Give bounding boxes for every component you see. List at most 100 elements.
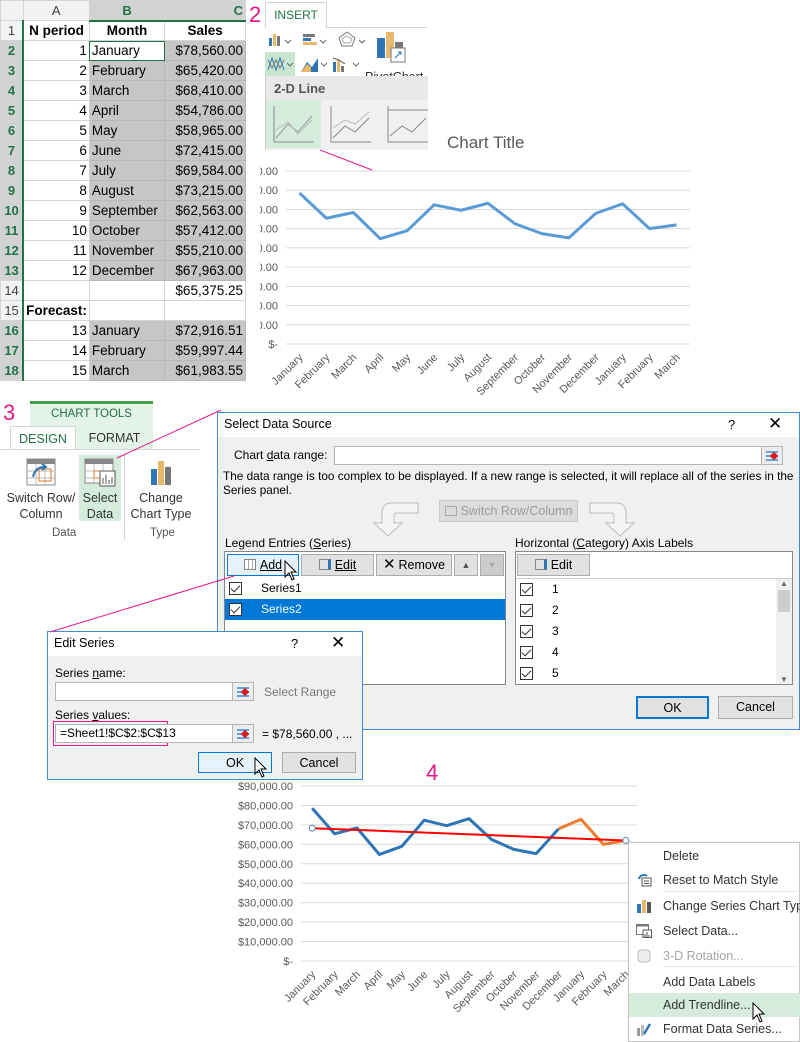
cell-a[interactable]: 15 bbox=[22, 360, 90, 381]
cell-a[interactable]: 6 bbox=[22, 140, 90, 161]
row-header[interactable]: 8 bbox=[0, 160, 25, 181]
row-header[interactable]: 3 bbox=[0, 60, 25, 81]
cell-a[interactable]: 5 bbox=[22, 120, 90, 141]
close-icon[interactable]: ✕ bbox=[331, 633, 345, 653]
context-menu-item[interactable]: Change Series Chart Type... bbox=[629, 894, 800, 918]
chart-title[interactable]: Chart Title bbox=[447, 133, 524, 153]
context-menu-item[interactable]: 3-D Rotation... bbox=[629, 944, 800, 968]
row-header[interactable]: 12 bbox=[0, 240, 25, 261]
cell-c[interactable]: $69,584.00 bbox=[164, 160, 246, 181]
move-up-button[interactable]: ▲ bbox=[454, 554, 478, 576]
cell-a[interactable]: 3 bbox=[22, 80, 90, 101]
row-header[interactable]: 11 bbox=[0, 220, 25, 241]
row-header[interactable]: 15 bbox=[0, 300, 25, 321]
context-menu-item[interactable]: Add Data Labels bbox=[629, 970, 800, 994]
help-button[interactable]: ? bbox=[728, 417, 735, 432]
checkbox[interactable] bbox=[520, 646, 533, 659]
checkbox[interactable] bbox=[520, 667, 533, 680]
ok-button[interactable]: OK bbox=[636, 696, 709, 719]
column-chart-icon[interactable] bbox=[269, 34, 292, 46]
cell-a[interactable]: 13 bbox=[22, 320, 90, 341]
series1-line[interactable] bbox=[311, 807, 560, 856]
row-header[interactable]: 13 bbox=[0, 260, 25, 281]
select-data-button[interactable]: Select Data bbox=[79, 455, 121, 521]
tab-insert[interactable]: INSERT bbox=[265, 2, 327, 28]
chart-data-range-input[interactable] bbox=[334, 446, 766, 465]
cell-b[interactable] bbox=[88, 300, 166, 321]
series-list-item[interactable]: Series2 bbox=[225, 599, 505, 620]
cell-a[interactable]: 9 bbox=[22, 200, 90, 221]
cell-b[interactable]: September bbox=[88, 200, 166, 221]
context-menu-item[interactable]: Select Data... bbox=[629, 919, 800, 943]
row-header[interactable]: 4 bbox=[0, 80, 25, 101]
axis-label-item[interactable]: 5 bbox=[516, 663, 792, 684]
cell-c[interactable]: $65,420.00 bbox=[164, 60, 246, 81]
cell-a[interactable]: 1 bbox=[22, 40, 90, 61]
row-header[interactable]: 7 bbox=[0, 140, 25, 161]
close-icon[interactable]: ✕ bbox=[768, 414, 782, 434]
tab-design[interactable]: DESIGN bbox=[10, 426, 76, 450]
row-header[interactable]: 10 bbox=[0, 200, 25, 221]
cell-a[interactable]: 2 bbox=[22, 60, 90, 81]
cell-c[interactable]: $67,963.00 bbox=[164, 260, 246, 281]
chart-1[interactable]: $- $10,000.00 $20,000.00 $30,000.00 $40,000.… bbox=[260, 160, 700, 400]
cell-c[interactable]: $54,786.00 bbox=[164, 100, 246, 121]
scatter-chart-icon[interactable] bbox=[332, 57, 360, 72]
scroll-up-arrow[interactable]: ▲ bbox=[776, 579, 792, 588]
row-header[interactable]: 16 bbox=[0, 320, 25, 341]
cell-c[interactable]: $55,210.00 bbox=[164, 240, 246, 261]
area-chart-icon[interactable] bbox=[301, 58, 328, 72]
cell-c[interactable]: $72,916.51 bbox=[164, 320, 246, 341]
cell-a[interactable]: 8 bbox=[22, 180, 90, 201]
axis-label-item[interactable]: 1 bbox=[516, 579, 792, 600]
cancel-button[interactable]: Cancel bbox=[718, 696, 793, 719]
cancel-button[interactable]: Cancel bbox=[282, 752, 356, 773]
series-values-range-button[interactable] bbox=[232, 724, 254, 743]
row-header[interactable]: 18 bbox=[0, 360, 25, 381]
edit-series-button[interactable]: Edit bbox=[301, 554, 374, 576]
cell-b[interactable]: October bbox=[88, 220, 166, 241]
stacked-line-chart-thumbnail[interactable] bbox=[323, 100, 378, 148]
cell-c[interactable]: $72,415.00 bbox=[164, 140, 246, 161]
cell-b[interactable]: March bbox=[88, 80, 166, 101]
cell-a[interactable]: 14 bbox=[22, 340, 90, 361]
selection-handle[interactable] bbox=[308, 824, 316, 832]
cell-a[interactable]: 4 bbox=[22, 100, 90, 121]
row-header[interactable]: 9 bbox=[0, 180, 25, 201]
checkbox[interactable] bbox=[520, 583, 533, 596]
cell-c[interactable]: $58,965.00 bbox=[164, 120, 246, 141]
cell-b[interactable]: April bbox=[88, 100, 166, 121]
cell-b[interactable]: November bbox=[88, 240, 166, 261]
cell-c[interactable]: $57,412.00 bbox=[164, 220, 246, 241]
scroll-thumb[interactable] bbox=[778, 590, 790, 612]
cell-a[interactable]: Forecast: bbox=[22, 300, 90, 321]
cell-b[interactable]: February bbox=[88, 60, 166, 81]
cell-b[interactable]: January bbox=[88, 40, 166, 61]
collapse-dialog-button[interactable] bbox=[761, 446, 783, 465]
sales-line[interactable] bbox=[298, 191, 677, 241]
cell-header-n-period[interactable]: N period bbox=[22, 20, 90, 41]
move-down-button[interactable]: ▼ bbox=[480, 554, 504, 576]
edit-axis-labels-button[interactable]: Edit bbox=[517, 554, 590, 576]
cell-b[interactable]: May bbox=[88, 120, 166, 141]
cell-c[interactable]: $59,997.44 bbox=[164, 340, 246, 361]
pivotchart-icon[interactable] bbox=[377, 32, 406, 63]
column-header-c[interactable]: C bbox=[164, 0, 246, 22]
switch-row-column-button[interactable]: Switch Row/ Column bbox=[4, 455, 78, 521]
cell-b[interactable]: December bbox=[88, 260, 166, 281]
bar-chart-icon[interactable] bbox=[303, 34, 327, 45]
row-header[interactable]: 17 bbox=[0, 340, 25, 361]
cell-c[interactable]: $78,560.00 bbox=[164, 40, 246, 61]
percent-line-chart-thumbnail[interactable] bbox=[380, 100, 429, 148]
line-chart-thumbnail[interactable] bbox=[266, 100, 321, 148]
cell-c[interactable]: $68,410.00 bbox=[164, 80, 246, 101]
cell-header-month[interactable]: Month bbox=[88, 20, 166, 41]
cell-a[interactable]: 7 bbox=[22, 160, 90, 181]
axis-label-item[interactable]: 4 bbox=[516, 642, 792, 663]
cell-c[interactable]: $62,563.00 bbox=[164, 200, 246, 221]
cell-b[interactable]: February bbox=[88, 340, 166, 361]
cell-b[interactable]: June bbox=[88, 140, 166, 161]
select-all-corner[interactable] bbox=[0, 0, 24, 21]
row-header[interactable]: 1 bbox=[0, 20, 25, 41]
line-chart-icon[interactable] bbox=[265, 52, 295, 76]
